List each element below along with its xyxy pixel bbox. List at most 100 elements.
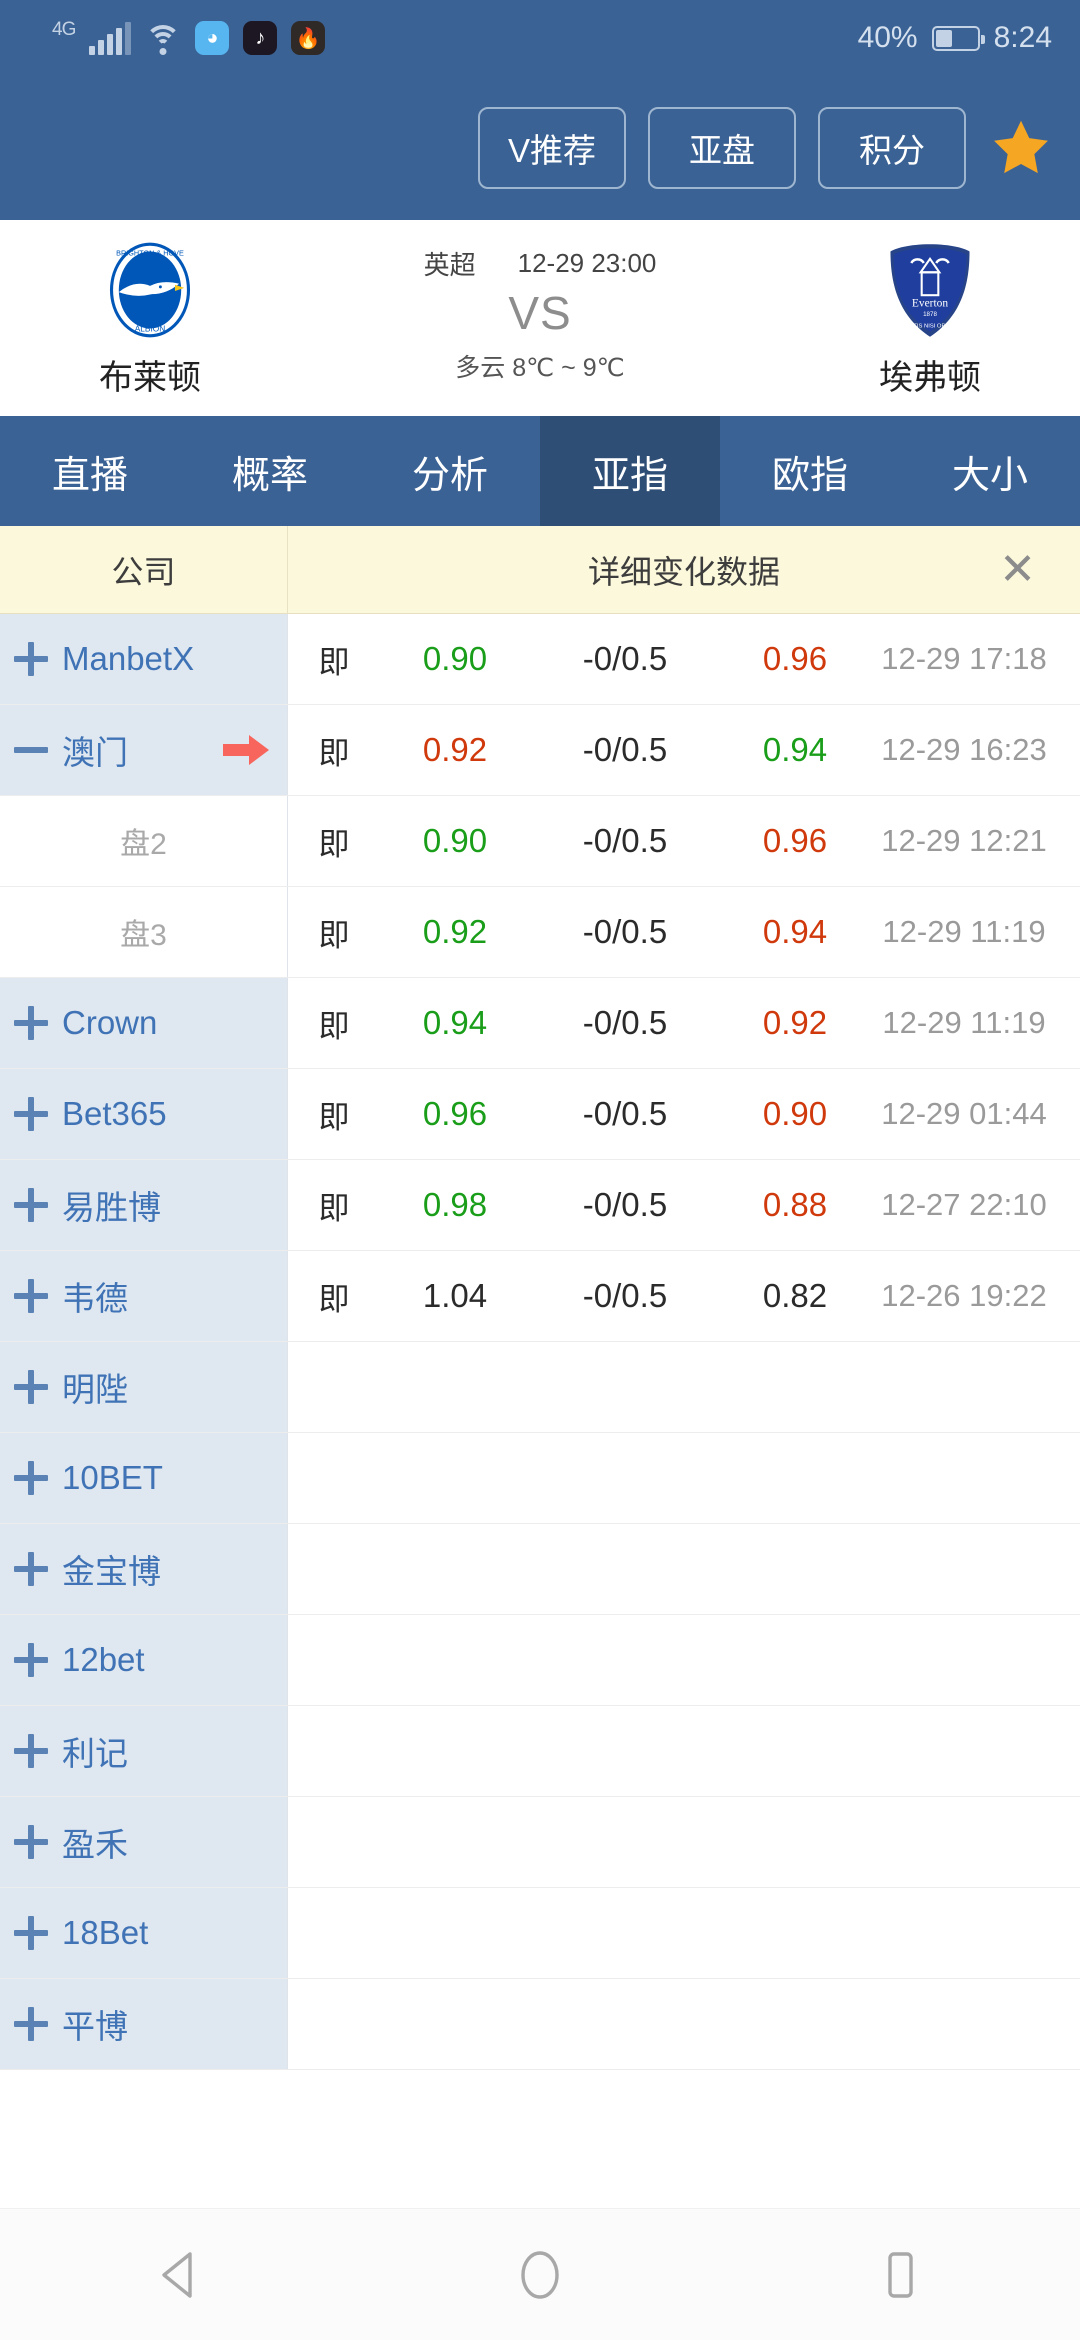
v-recommend-button[interactable]: V推荐 (478, 107, 626, 189)
expand-plus-icon[interactable] (14, 1461, 48, 1495)
odds-timestamp: 12-29 16:23 (870, 732, 1080, 768)
company-name-label: ManbetX (62, 640, 194, 678)
expand-plus-icon[interactable] (14, 1370, 48, 1404)
table-row[interactable]: Crown即0.94-0/0.50.9212-29 11:19 (0, 978, 1080, 1069)
company-cell[interactable]: 明陛 (0, 1342, 288, 1432)
expand-plus-icon[interactable] (14, 1006, 48, 1040)
column-header-detail: 详细变化数据 ✕ (288, 526, 1080, 613)
svg-text:ALBION: ALBION (135, 323, 166, 333)
expand-plus-icon[interactable] (14, 1825, 48, 1859)
company-cell[interactable]: 盈禾 (0, 1797, 288, 1887)
company-cell[interactable]: 金宝博 (0, 1524, 288, 1614)
odds-data-cells: 即0.94-0/0.50.9212-29 11:19 (288, 978, 1080, 1068)
recents-square-icon[interactable] (820, 2225, 980, 2325)
table-row[interactable]: 盘3即0.92-0/0.50.9412-29 11:19 (0, 887, 1080, 978)
odds-data-cells: 即0.90-0/0.50.9612-29 12:21 (288, 796, 1080, 886)
status-bar-right: 40% 8:24 (858, 21, 1052, 55)
table-row[interactable]: 澳门即0.92-0/0.50.9412-29 16:23 (0, 705, 1080, 796)
expand-plus-icon[interactable] (14, 1097, 48, 1131)
close-icon[interactable]: ✕ (999, 548, 1036, 592)
away-team[interactable]: Everton 1878 NIL SATIS NISI OPTIMUM 埃弗顿 (780, 238, 1080, 399)
odds-data-cells (288, 1615, 1080, 1705)
expand-plus-icon[interactable] (14, 2007, 48, 2041)
expand-plus-icon[interactable] (14, 1552, 48, 1586)
company-cell[interactable]: Crown (0, 978, 288, 1068)
company-cell[interactable]: 平博 (0, 1979, 288, 2069)
table-row[interactable]: ManbetX即0.90-0/0.50.9612-29 17:18 (0, 614, 1080, 705)
company-cell[interactable]: 盘3 (0, 887, 288, 977)
odds-table-body: ManbetX即0.90-0/0.50.9612-29 17:18澳门即0.92… (0, 614, 1080, 2070)
tab-live[interactable]: 直播 (0, 416, 180, 526)
expand-plus-icon[interactable] (14, 642, 48, 676)
expand-plus-icon[interactable] (14, 1279, 48, 1313)
svg-text:Everton: Everton (912, 297, 948, 309)
expand-plus-icon[interactable] (14, 1643, 48, 1677)
company-name-label: 金宝博 (62, 1545, 161, 1593)
table-row[interactable]: 盘2 即0.90-0/0.50.9612-29 12:21 (0, 796, 1080, 887)
svg-text:BRIGHTON & HOVE: BRIGHTON & HOVE (116, 248, 184, 257)
home-odds-value: 0.98 (380, 1186, 530, 1224)
table-row[interactable]: 盈禾 (0, 1797, 1080, 1888)
tab-asian-odds[interactable]: 亚指 (540, 416, 720, 526)
expand-plus-icon[interactable] (14, 1916, 48, 1950)
company-name-label: Bet365 (62, 1095, 167, 1133)
clock-label: 8:24 (994, 21, 1052, 55)
asian-handicap-button[interactable]: 亚盘 (648, 107, 796, 189)
tab-over-under[interactable]: 大小 (900, 416, 1080, 526)
company-cell[interactable]: 利记 (0, 1706, 288, 1796)
company-cell[interactable]: 盘2 (0, 796, 288, 886)
handicap-value: -0/0.5 (530, 640, 720, 678)
odds-data-cells: 即1.04-0/0.50.8212-26 19:22 (288, 1251, 1080, 1341)
table-row[interactable]: 金宝博 (0, 1524, 1080, 1615)
handicap-value: -0/0.5 (530, 1186, 720, 1224)
home-team-name: 布莱顿 (99, 350, 201, 399)
company-cell[interactable]: 10BET (0, 1433, 288, 1523)
home-odds-value: 0.90 (380, 640, 530, 678)
odds-type-label: 即 (288, 1274, 380, 1319)
company-name-label: 利记 (62, 1727, 128, 1775)
star-icon[interactable] (988, 115, 1054, 181)
company-name-label: 12bet (62, 1641, 145, 1679)
tab-analysis[interactable]: 分析 (360, 416, 540, 526)
company-cell[interactable]: 易胜博 (0, 1160, 288, 1250)
tab-probability[interactable]: 概率 (180, 416, 360, 526)
table-row[interactable]: 平博 (0, 1979, 1080, 2070)
odds-timestamp: 12-26 19:22 (870, 1278, 1080, 1314)
company-cell[interactable]: ManbetX (0, 614, 288, 704)
home-circle-icon[interactable] (460, 2225, 620, 2325)
points-button[interactable]: 积分 (818, 107, 966, 189)
company-cell[interactable]: Bet365 (0, 1069, 288, 1159)
match-center-info: 英超 12-29 23:00 VS 多云 8℃ ~ 9℃ (300, 245, 780, 384)
table-row[interactable]: 明陛 (0, 1342, 1080, 1433)
table-row[interactable]: 10BET (0, 1433, 1080, 1524)
odds-type-label: 即 (288, 910, 380, 955)
home-odds-value: 0.90 (380, 822, 530, 860)
expand-plus-icon[interactable] (14, 1188, 48, 1222)
collapse-minus-icon[interactable] (14, 733, 48, 767)
phone-screen: 4G ◕ ♪ 🔥 40% 8:24 V推荐 亚盘 积分 (0, 0, 1080, 2340)
company-cell[interactable]: 韦德 (0, 1251, 288, 1341)
table-row[interactable]: Bet365即0.96-0/0.50.9012-29 01:44 (0, 1069, 1080, 1160)
away-odds-value: 0.92 (720, 1004, 870, 1042)
table-row[interactable]: 利记 (0, 1706, 1080, 1797)
company-cell[interactable]: 12bet (0, 1615, 288, 1705)
away-team-name: 埃弗顿 (879, 350, 981, 399)
table-row[interactable]: 18Bet (0, 1888, 1080, 1979)
table-row[interactable]: 韦德即1.04-0/0.50.8212-26 19:22 (0, 1251, 1080, 1342)
odds-data-cells (288, 1342, 1080, 1432)
home-team[interactable]: BRIGHTON & HOVE ALBION 布莱顿 (0, 238, 300, 399)
wifi-icon (145, 25, 181, 55)
svg-text:1878: 1878 (923, 311, 937, 318)
company-cell[interactable]: 18Bet (0, 1888, 288, 1978)
back-triangle-icon[interactable] (100, 2225, 260, 2325)
odds-timestamp: 12-29 11:19 (870, 1005, 1080, 1041)
table-row[interactable]: 12bet (0, 1615, 1080, 1706)
odds-data-cells (288, 1524, 1080, 1614)
status-bar-left: 4G ◕ ♪ 🔥 (52, 21, 325, 55)
table-row[interactable]: 易胜博即0.98-0/0.50.8812-27 22:10 (0, 1160, 1080, 1251)
company-cell[interactable]: 澳门 (0, 705, 288, 795)
company-name-label: 盘2 (120, 819, 167, 863)
expand-plus-icon[interactable] (14, 1734, 48, 1768)
tab-european-odds[interactable]: 欧指 (720, 416, 900, 526)
main-tabs: 直播 概率 分析 亚指 欧指 大小 (0, 416, 1080, 526)
